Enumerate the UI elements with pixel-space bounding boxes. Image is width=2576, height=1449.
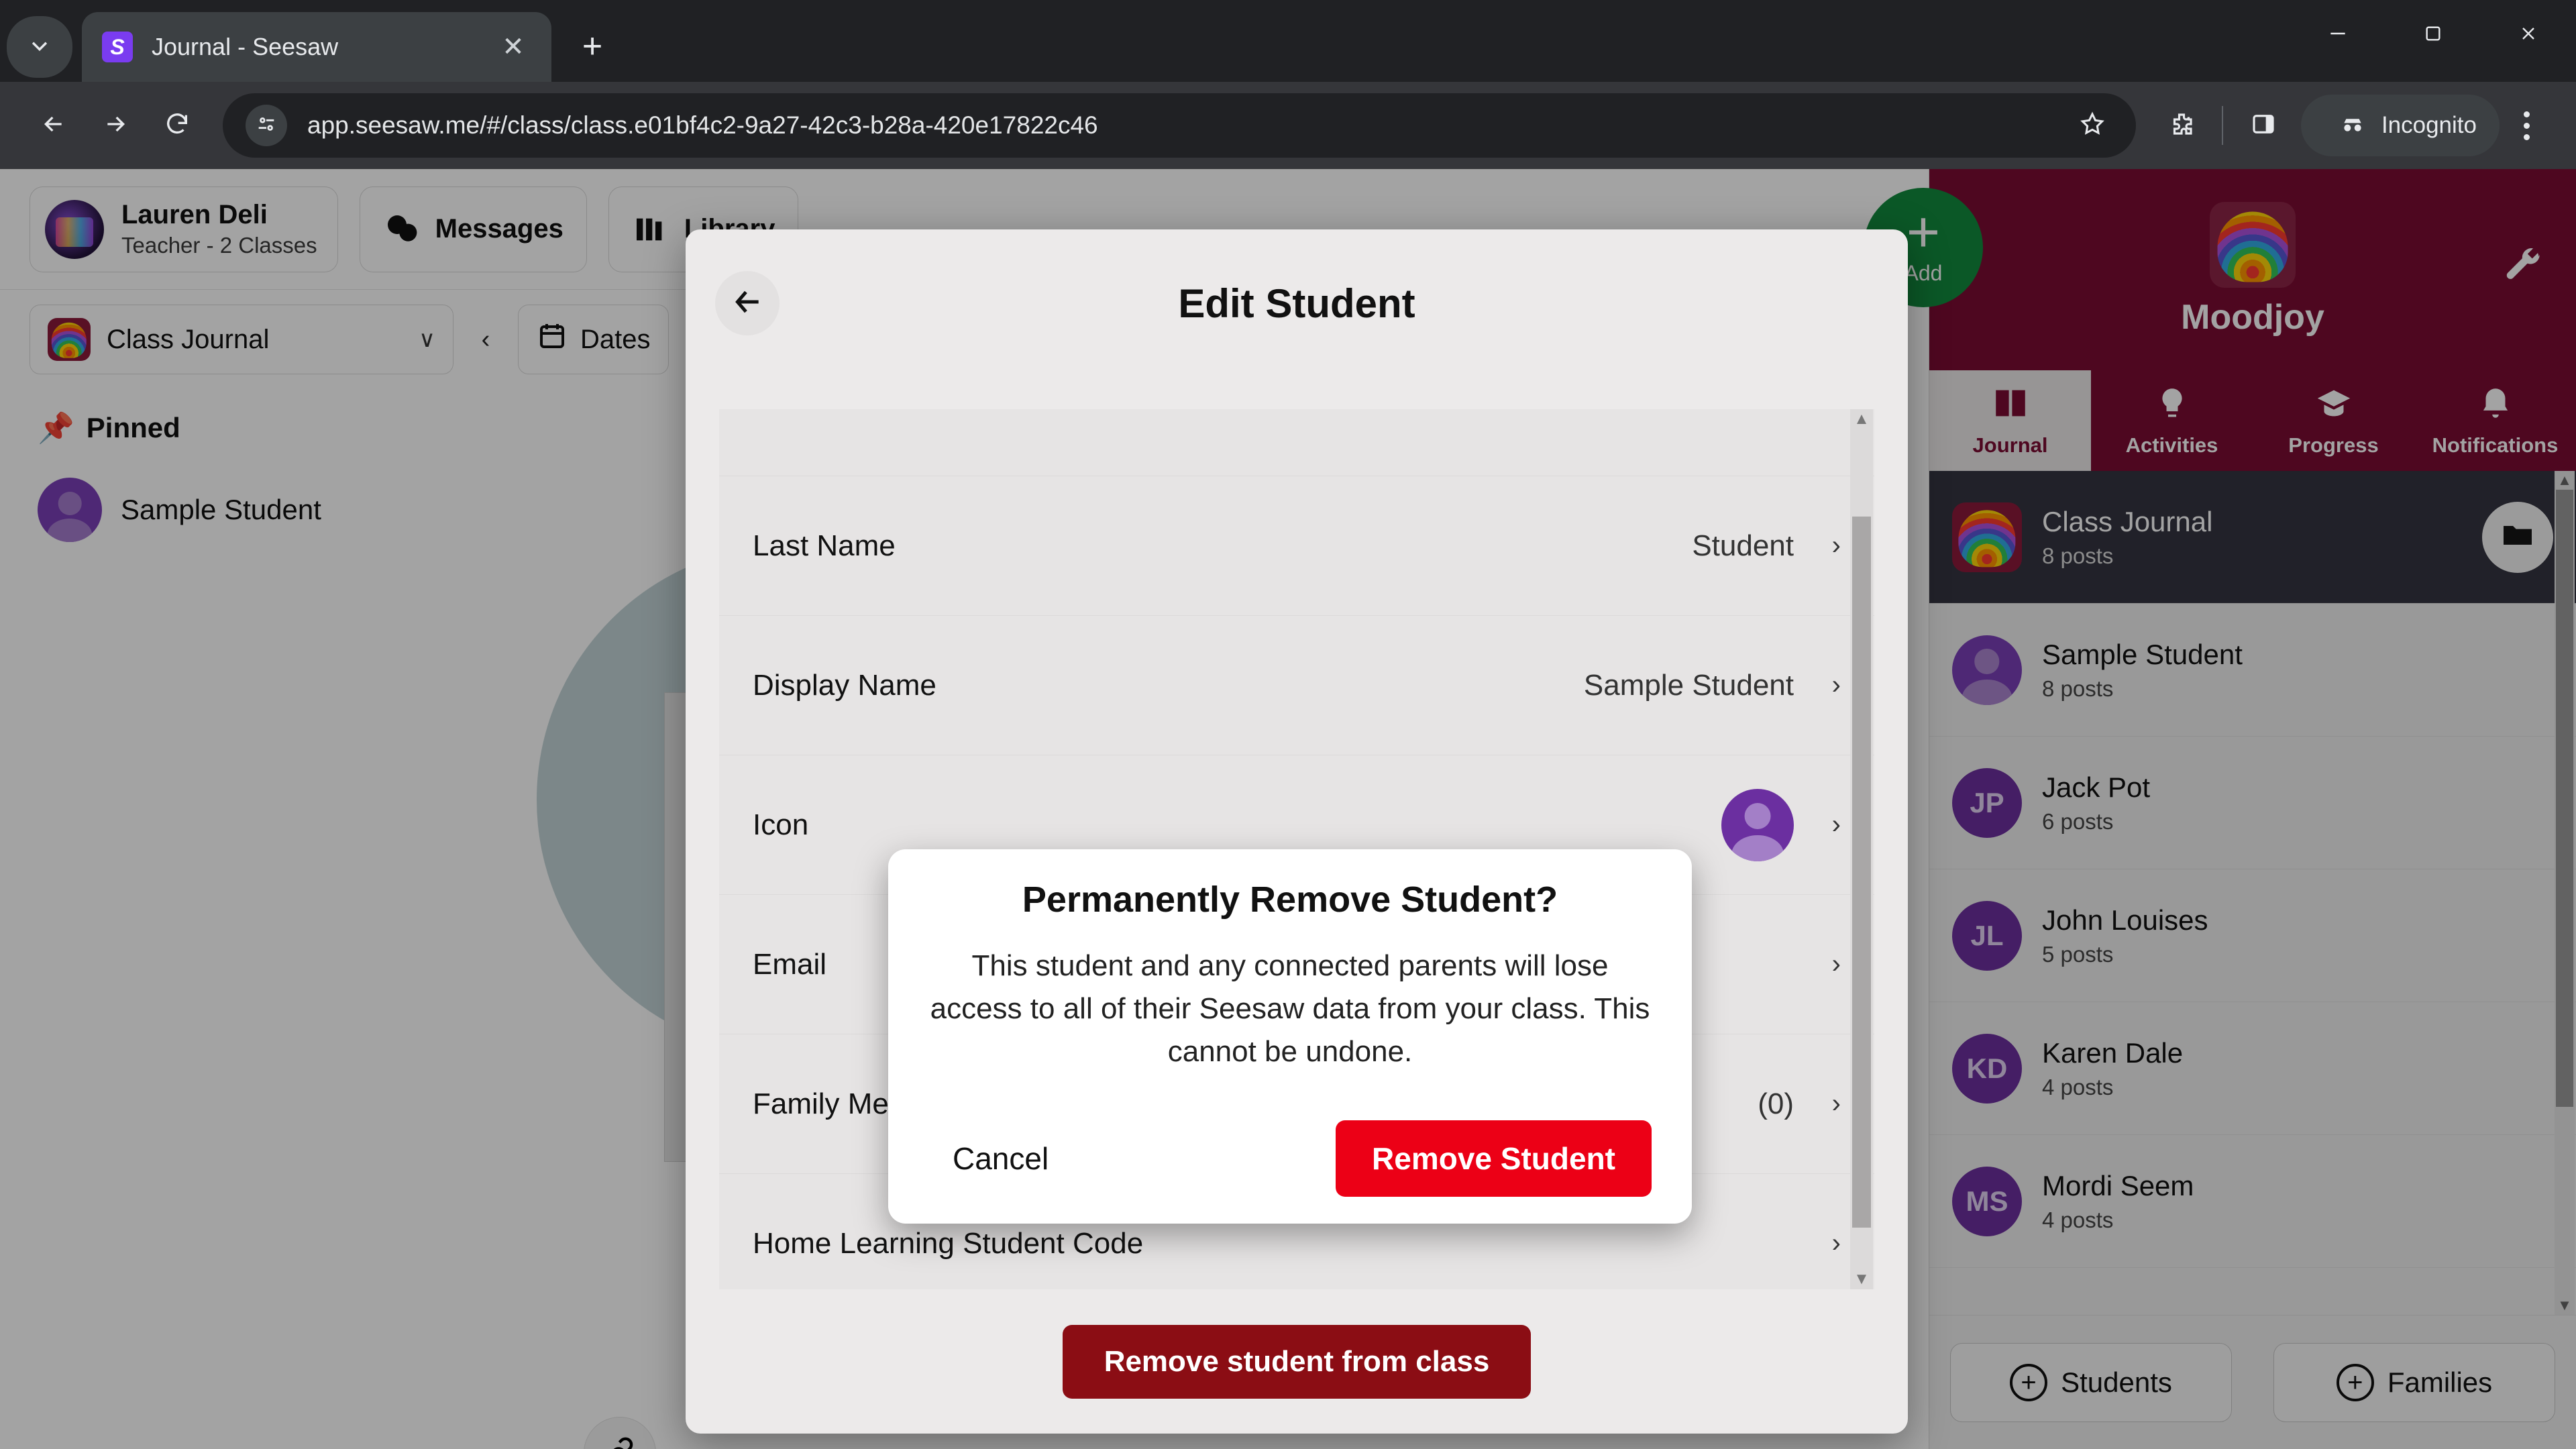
seesaw-favicon: S [102, 32, 133, 62]
minimize-button[interactable] [2290, 0, 2385, 67]
tab-search-button[interactable] [7, 16, 72, 78]
extensions-button[interactable] [2151, 95, 2212, 156]
browser-tab-strip: S Journal - Seesaw ✕ + [0, 0, 2576, 82]
incognito-label: Incognito [2381, 112, 2477, 138]
back-arrow-icon [40, 111, 67, 141]
dialog-body: This student and any connected parents w… [930, 949, 1650, 1068]
bookmark-button[interactable] [2072, 111, 2113, 141]
site-settings-button[interactable] [246, 105, 287, 146]
tab-title: Journal - Seesaw [152, 33, 339, 60]
new-tab-button[interactable]: + [566, 20, 619, 72]
side-panel-button[interactable] [2233, 95, 2294, 156]
reload-icon [164, 111, 191, 141]
browser-tab[interactable]: S Journal - Seesaw ✕ [82, 12, 551, 82]
close-window-button[interactable] [2481, 0, 2576, 67]
star-icon [2079, 111, 2106, 141]
url-text[interactable]: app.seesaw.me/#/class/class.e01bf4c2-9a2… [307, 111, 2072, 140]
chevron-down-icon [28, 34, 51, 60]
forward-button[interactable] [85, 95, 146, 156]
tune-icon [255, 113, 278, 139]
tab-close-icon[interactable]: ✕ [495, 29, 531, 65]
browser-toolbar: app.seesaw.me/#/class/class.e01bf4c2-9a2… [0, 82, 2576, 169]
toolbar-divider [2221, 106, 2223, 145]
window-controls [2290, 0, 2576, 82]
side-panel-icon [2249, 110, 2277, 142]
remove-student-button[interactable]: Remove Student [1336, 1120, 1652, 1197]
page-viewport: Lauren Deli Teacher - 2 Classes Messages… [0, 169, 2576, 1449]
incognito-indicator[interactable]: Incognito [2300, 95, 2500, 156]
incognito-icon [2337, 107, 2368, 144]
cancel-button[interactable]: Cancel [928, 1127, 1073, 1190]
forward-arrow-icon [102, 111, 129, 141]
reload-button[interactable] [146, 95, 208, 156]
confirm-remove-student-dialog: Permanently Remove Student? This student… [888, 849, 1692, 1224]
browser-menu-button[interactable] [2500, 95, 2553, 156]
dialog-title: Permanently Remove Student? [1022, 879, 1558, 920]
confirm-dialog-backdrop[interactable] [0, 169, 2576, 1449]
address-bar[interactable]: app.seesaw.me/#/class/class.e01bf4c2-9a2… [223, 93, 2136, 158]
maximize-button[interactable] [2385, 0, 2481, 67]
dialog-actions: Cancel Remove Student [928, 1120, 1652, 1197]
kebab-menu-icon [2523, 111, 2530, 117]
back-button[interactable] [23, 95, 85, 156]
extensions-icon [2167, 110, 2196, 142]
